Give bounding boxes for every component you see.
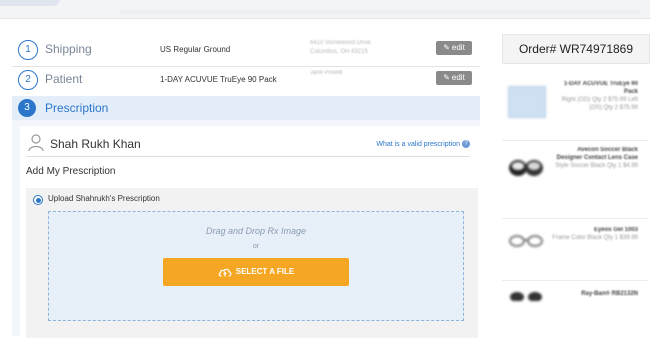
product-thumbnail [508,288,544,302]
prescription-panel: 3 Prescription Shah Rukh Khan What is a … [12,96,480,338]
item-title: 1-DAY ACUVUE TruEye 90 Pack [563,81,638,95]
order-item: Avecon Soccer Black Designer Contact Len… [502,142,648,219]
select-file-button[interactable]: SELECT A FILE [163,258,349,286]
header-divider [120,10,640,14]
sunglasses-icon [510,292,542,302]
edit-patient-button[interactable]: ✎ edit [436,71,472,85]
patient-product: 1-DAY ACUVUE TruEye 90 Pack [160,75,277,84]
order-item-text: Ray-Ban® RB2132N [550,290,638,298]
item-detail: Frame Color Black Qty 1 $39.99 [552,235,638,241]
patient-line: Shah Rukh Khan What is a valid prescript… [26,132,470,157]
patient-detail: Jane Powell [310,70,343,76]
pencil-icon: ✎ [443,43,450,52]
step-number: 2 [18,70,38,90]
patient-name: Shah Rukh Khan [50,137,141,151]
step-title: Patient [45,72,83,86]
edit-label: edit [451,73,465,82]
add-prescription-heading: Add My Prescription [26,166,116,177]
valid-prescription-link[interactable]: What is a valid prescription? [376,140,470,148]
order-item-text: Eyeos Gel 1003 Frame Color Black Qty 1 $3… [550,226,638,242]
edit-label: edit [451,43,465,52]
or-text: or [252,243,260,250]
step-number: 1 [18,40,38,60]
step-patient: 2 Patient 1-DAY ACUVUE TruEye 90 Pack Ja… [12,66,480,97]
order-item-text: Avecon Soccer Black Designer Contact Len… [550,146,638,170]
order-item: Eyeos Gel 1003 Frame Color Black Qty 1 $3… [502,220,648,281]
order-number: Order# WR74971869 [518,42,634,56]
upload-option-box: Upload Shahrukh's Prescription Drag and … [26,188,478,338]
step-number: 3 [18,99,36,117]
question-icon: ? [462,140,470,148]
product-thumbnail [508,156,544,186]
lens-case-icon [509,160,543,176]
upload-option-label[interactable]: Upload Shahrukh's Prescription [48,194,160,203]
item-title: Ray-Ban® RB2132N [581,291,638,297]
order-number-box: Order# WR74971869 [502,34,650,64]
drag-drop-text: Drag and Drop Rx Image [205,226,307,236]
header-logo-fragment [0,0,60,6]
product-thumbnail [508,234,544,264]
rx-dropzone[interactable]: Drag and Drop Rx Image or SELECT A FILE [48,211,464,321]
product-thumbnail [508,86,546,118]
shipping-method: US Regular Ground [160,45,231,54]
order-item: 1-DAY ACUVUE TruEye 90 Pack Right (OD) Qt… [502,74,648,141]
order-summary-sidebar: Order# WR74971869 1-DAY ACUVUE TruEye 90… [500,34,650,302]
top-header-bar [0,0,650,19]
pencil-icon: ✎ [443,73,450,82]
item-detail: Right (OD) Qty 2 $75.99 Left (OS) Qty 2 … [561,97,638,111]
step-title: Prescription [45,101,109,115]
prescription-body: Shah Rukh Khan What is a valid prescript… [20,126,480,338]
item-title: Eyeos Gel 1003 [593,227,638,233]
item-title: Avecon Soccer Black Designer Contact Len… [556,147,638,161]
item-detail: Style Soccer Black Qty 1 $4.99 [555,163,638,169]
prescription-header: 3 Prescription [12,96,480,120]
order-item-text: 1-DAY ACUVUE TruEye 90 Pack Right (OD) Qt… [550,80,638,112]
upload-radio[interactable] [33,195,43,205]
valid-link-text: What is a valid prescription [376,140,460,148]
step-shipping: 1 Shipping US Regular Ground 6410 Stonew… [12,36,480,67]
glasses-icon [509,235,543,247]
cloud-upload-icon [218,268,232,277]
select-file-label: SELECT A FILE [235,267,295,276]
edit-shipping-button[interactable]: ✎ edit [436,41,472,55]
order-item: Ray-Ban® RB2132N [502,282,648,302]
shipping-address: 6410 Stonewood Drive Columbus, OH 43215 [310,40,371,55]
step-title: Shipping [45,42,92,56]
person-icon [28,134,44,152]
